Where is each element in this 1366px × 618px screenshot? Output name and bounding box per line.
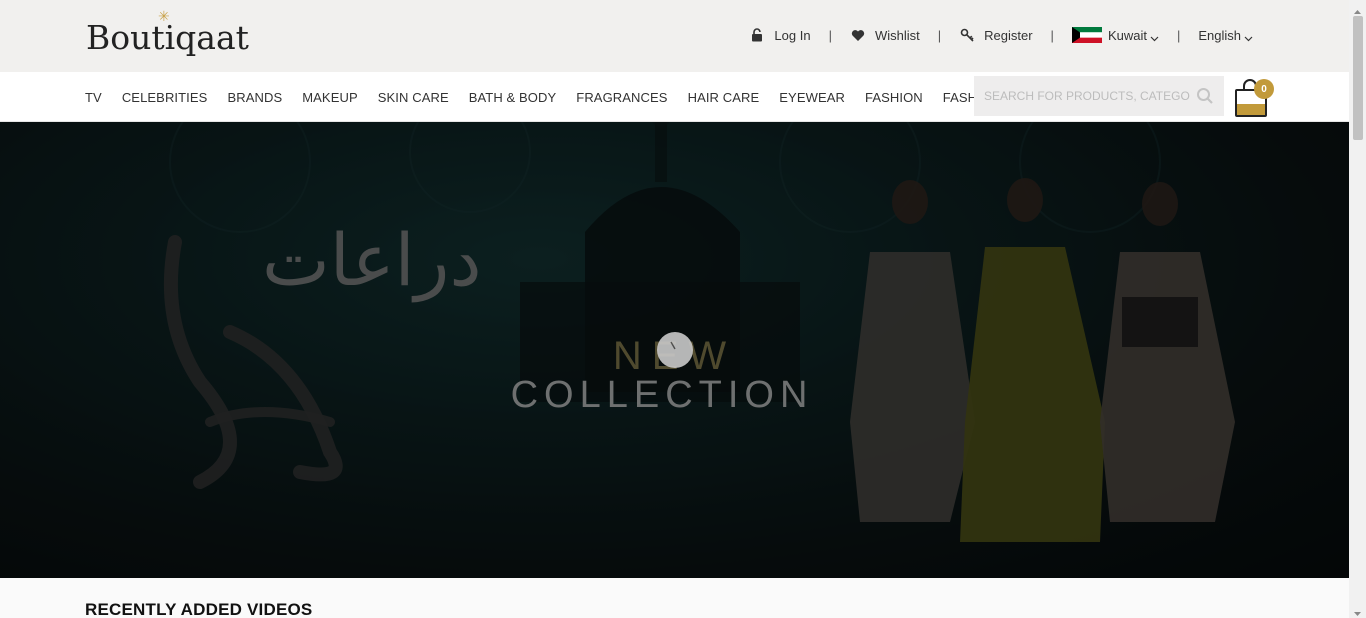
top-header: Boutiqaat ✳ Log In | Wishlist | Register… — [0, 0, 1349, 72]
main-navigation: TV CELEBRITIES BRANDS MAKEUP SKIN CARE B… — [0, 72, 1349, 122]
search-input[interactable] — [984, 89, 1190, 103]
nav-item-fashion[interactable]: FASHION — [865, 90, 923, 105]
hero-headline-collection: COLLECTION — [510, 374, 814, 416]
lock-icon — [749, 27, 765, 43]
key-icon — [959, 27, 975, 43]
page-scrollbar[interactable] — [1349, 0, 1366, 618]
nav-item-fragrances[interactable]: FRAGRANCES — [576, 90, 667, 105]
logo-star-icon: ✳ — [158, 8, 170, 24]
country-selector[interactable]: Kuwait — [1071, 27, 1159, 43]
nav-item-bath-body[interactable]: BATH & BODY — [469, 90, 557, 105]
shopping-bag-icon — [1234, 79, 1268, 122]
recent-videos-title: RECENTLY ADDED VIDEOS — [85, 600, 313, 618]
cart-count-badge: 0 — [1254, 79, 1274, 99]
cart-button[interactable]: 0 — [1234, 78, 1274, 117]
search-box — [974, 76, 1224, 116]
scroll-up-icon[interactable] — [1353, 4, 1362, 14]
hero-arabic-text: دراعات — [262, 218, 482, 302]
nav-item-eyewear[interactable]: EYEWEAR — [779, 90, 845, 105]
kuwait-flag-icon — [1071, 27, 1102, 43]
nav-items: TV CELEBRITIES BRANDS MAKEUP SKIN CARE B… — [85, 72, 1060, 122]
nav-item-tv[interactable]: TV — [85, 90, 102, 105]
register-label: Register — [984, 27, 1033, 43]
wishlist-link[interactable]: Wishlist — [850, 27, 920, 43]
scrollbar-thumb[interactable] — [1353, 16, 1363, 140]
nav-item-celebrities[interactable]: CELEBRITIES — [122, 90, 208, 105]
separator: | — [1050, 27, 1054, 43]
nav-item-hair-care[interactable]: HAIR CARE — [688, 90, 760, 105]
nav-item-makeup[interactable]: MAKEUP — [302, 90, 358, 105]
hero-banner[interactable]: دراعات NEW COLLECTION — [0, 122, 1349, 578]
loading-spinner-icon — [657, 332, 693, 368]
separator: | — [828, 27, 832, 43]
country-label: Kuwait — [1107, 27, 1147, 43]
separator: | — [1176, 27, 1181, 43]
chevron-down-icon — [1150, 31, 1159, 41]
nav-item-brands[interactable]: BRANDS — [227, 90, 282, 105]
language-selector[interactable]: English — [1198, 28, 1253, 43]
separator: | — [937, 27, 942, 43]
chevron-down-icon — [1244, 31, 1253, 41]
language-label: English — [1198, 27, 1241, 43]
register-link[interactable]: Register — [959, 27, 1033, 43]
boutiqaat-logo[interactable]: Boutiqaat ✳ — [86, 8, 249, 60]
scroll-down-icon[interactable] — [1353, 605, 1362, 616]
wishlist-label: Wishlist — [874, 27, 920, 43]
heart-icon — [850, 27, 866, 43]
account-links: Log In | Wishlist | Register | Kuwait | … — [749, 24, 1253, 46]
login-label: Log In — [774, 27, 811, 43]
search-icon[interactable] — [1196, 87, 1214, 105]
nav-item-skin-care[interactable]: SKIN CARE — [378, 90, 449, 105]
login-link[interactable]: Log In — [749, 27, 811, 43]
